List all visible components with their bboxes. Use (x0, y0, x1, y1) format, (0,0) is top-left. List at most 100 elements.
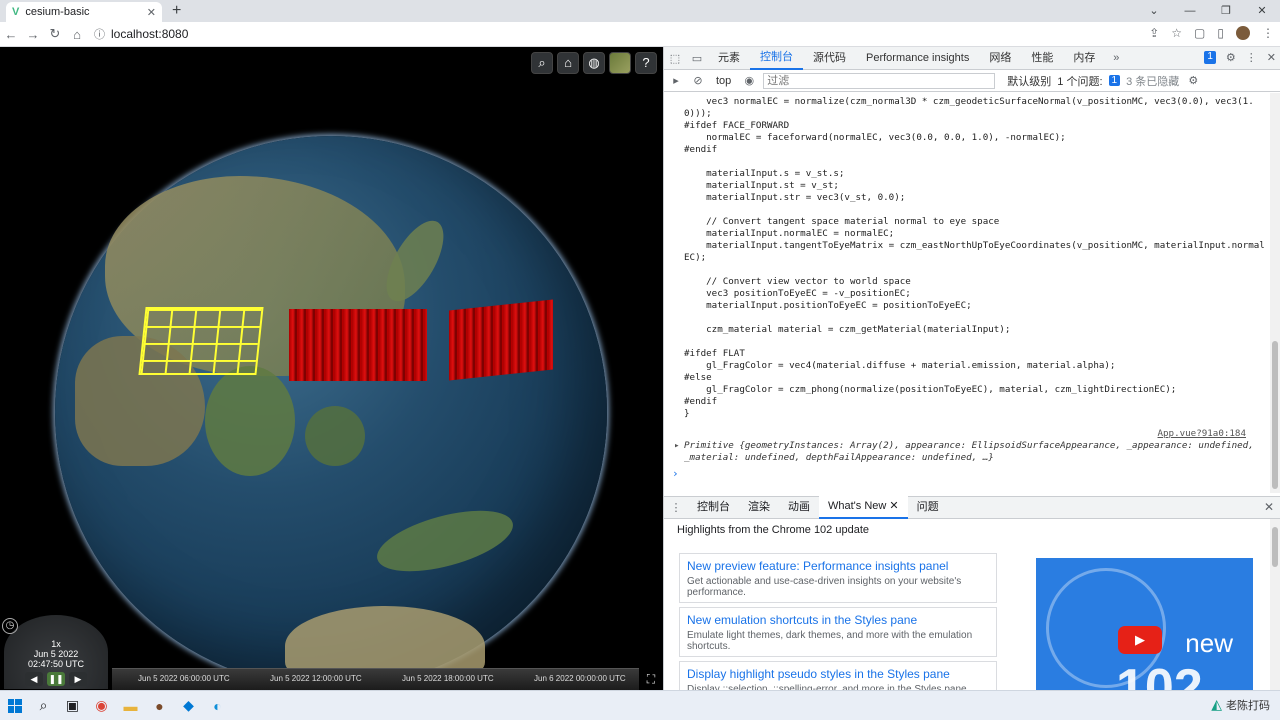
scrollbar-thumb[interactable] (1272, 341, 1278, 489)
log-level-select[interactable]: 默认级别 (1007, 73, 1051, 89)
chrome-update-video-thumbnail[interactable]: ▶ new 102 (1036, 558, 1253, 690)
earth-globe[interactable] (55, 136, 607, 688)
vscode-icon[interactable]: ◆ (174, 694, 203, 718)
feature-card[interactable]: New preview feature: Performance insight… (679, 553, 997, 603)
bookmark-star-icon[interactable]: ☆ (1171, 26, 1182, 40)
address-bar: ← → ↻ ⌂ ⓘ localhost:8080 ⇪ ☆ ▢ ▯ ⋮ (0, 22, 1280, 47)
app-icon[interactable]: ● (145, 694, 174, 718)
home-browser-icon[interactable]: ⌂ (66, 27, 88, 42)
reload-icon[interactable]: ↻ (44, 26, 66, 42)
expand-arrow-icon[interactable]: ▸ (674, 440, 680, 452)
drawer-close-icon[interactable]: ✕ (1264, 500, 1274, 514)
drawer-tab-whats-new[interactable]: What's New ✕ (819, 496, 908, 519)
console-prompt[interactable]: › (672, 468, 679, 480)
edge-icon[interactable]: ◐ (203, 694, 232, 718)
object-log[interactable]: ▸ Primitive {geometryInstances: Array(2)… (674, 440, 1254, 464)
drawer-tab-animations[interactable]: 动画 (779, 497, 819, 518)
whats-new-close-icon[interactable]: ✕ (889, 500, 898, 512)
fullscreen-icon[interactable]: ⛶ (641, 669, 661, 689)
animation-widget[interactable]: 1x Jun 5 2022 02:47:50 UTC ◀ ❚❚ ▶ (4, 615, 108, 689)
clear-console-icon[interactable]: ⊘ (690, 74, 706, 87)
tab-sources[interactable]: 源代码 (803, 47, 856, 70)
share-icon[interactable]: ⇪ (1149, 26, 1159, 40)
url-field[interactable]: ⓘ localhost:8080 (94, 26, 188, 42)
drawer-menu-icon[interactable]: ⋮ (664, 501, 688, 514)
cesium-viewer[interactable]: ⌕ ⌂ ◍ ? 1x Jun 5 2022 02:47:50 UTC ◀ ❚❚ … (0, 47, 663, 690)
feature-card-title[interactable]: Display highlight pseudo styles in the S… (687, 667, 989, 681)
feature-card[interactable]: New emulation shortcuts in the Styles pa… (679, 607, 997, 657)
console-output: vec3 normalEC = normalize(czm_normal3D *… (664, 93, 1270, 493)
tab-search-icon[interactable]: ⌄ (1136, 0, 1172, 22)
clock-icon[interactable]: ◷ (2, 618, 18, 634)
issues-badge[interactable]: 1 (1204, 51, 1216, 64)
red-wall-primitive (449, 299, 553, 381)
search-icon[interactable]: ⌕ (531, 52, 553, 74)
chrome-icon[interactable]: ◉ (87, 694, 116, 718)
inspect-icon[interactable]: ⬚ (664, 52, 686, 65)
tab-elements[interactable]: 元素 (708, 47, 750, 70)
minimize-icon[interactable]: — (1172, 0, 1208, 22)
tab-console[interactable]: 控制台 (750, 47, 803, 70)
console-scrollbar[interactable] (1270, 93, 1280, 493)
browser-tab[interactable]: V cesium-basic ✕ (6, 2, 162, 22)
tab-performance[interactable]: 性能 (1021, 47, 1063, 70)
tab-performance-insights[interactable]: Performance insights (856, 47, 979, 70)
back-icon[interactable]: ← (0, 27, 22, 42)
land-new-guinea (370, 498, 520, 584)
red-wall-primitive (289, 309, 427, 381)
window-close-icon[interactable]: ✕ (1244, 0, 1280, 22)
feature-card-title[interactable]: New emulation shortcuts in the Styles pa… (687, 613, 989, 627)
file-explorer-icon[interactable]: ▬ (116, 694, 145, 718)
devtools-panel: ⬚ ▭ 元素 控制台 源代码 Performance insights 网络 性… (663, 47, 1280, 711)
whats-new-label: What's New (828, 500, 887, 512)
tab-close-icon[interactable]: ✕ (147, 6, 156, 19)
devtools-menu-icon[interactable]: ⋮ (1246, 51, 1257, 64)
timeline[interactable]: Jun 5 2022 06:00:00 UTC Jun 5 2022 12:00… (112, 668, 639, 690)
device-toolbar-icon[interactable]: ▭ (686, 52, 708, 65)
sidebar-toggle-icon[interactable]: ▸ (668, 74, 684, 87)
menu-icon[interactable]: ⋮ (1262, 26, 1274, 40)
timeline-tick: Jun 5 2022 18:00:00 UTC (402, 674, 494, 683)
help-icon[interactable]: ? (635, 52, 657, 74)
context-select[interactable]: top (712, 74, 735, 88)
pause-icon[interactable]: ❚❚ (47, 672, 65, 686)
land-indochina (205, 366, 295, 476)
tab-network[interactable]: 网络 (979, 47, 1021, 70)
devtools-tabs: ⬚ ▭ 元素 控制台 源代码 Performance insights 网络 性… (664, 47, 1280, 70)
sidepanel-icon[interactable]: ▯ (1217, 26, 1224, 40)
restore-icon[interactable]: ❐ (1208, 0, 1244, 22)
scrollbar-thumb[interactable] (1272, 527, 1278, 567)
new-tab-button[interactable]: + (172, 2, 181, 20)
drawer-tab-rendering[interactable]: 渲染 (739, 497, 779, 518)
layers-icon[interactable] (609, 52, 631, 74)
extensions-icon[interactable]: ▢ (1194, 26, 1205, 40)
feature-card-title[interactable]: New preview feature: Performance insight… (687, 559, 989, 573)
source-link[interactable]: App.vue?91a0:184 (1157, 428, 1246, 440)
forward-icon[interactable]: → (22, 27, 44, 42)
start-button[interactable] (0, 694, 29, 718)
drawer-tab-console[interactable]: 控制台 (688, 497, 739, 518)
issues-counter-badge[interactable]: 1 (1108, 75, 1121, 86)
console-settings-icon[interactable]: ⚙ (1185, 74, 1201, 87)
task-view-icon[interactable]: ▣ (58, 694, 87, 718)
profile-avatar[interactable] (1236, 26, 1250, 40)
globe-icon[interactable]: ◍ (583, 52, 605, 74)
play-reverse-icon[interactable]: ◀ (25, 672, 43, 686)
live-expression-eye-icon[interactable]: ◉ (741, 74, 757, 87)
devtools-close-icon[interactable]: ✕ (1267, 51, 1276, 64)
home-icon[interactable]: ⌂ (557, 52, 579, 74)
issues-counter[interactable]: 1 个问题: (1057, 73, 1102, 89)
brand-watermark: ◭ 老陈打码 (1211, 696, 1270, 713)
search-taskbar-icon[interactable]: ⌕ (29, 694, 58, 718)
drawer-tab-issues[interactable]: 问题 (908, 497, 948, 518)
tab-memory[interactable]: 内存 (1063, 47, 1105, 70)
info-icon[interactable]: ⓘ (94, 26, 105, 42)
drawer-scrollbar[interactable] (1270, 519, 1280, 690)
settings-gear-icon[interactable]: ⚙ (1226, 51, 1236, 64)
youtube-play-icon[interactable]: ▶ (1118, 626, 1162, 654)
more-tabs-icon[interactable]: » (1105, 52, 1127, 64)
play-icon[interactable]: ▶ (69, 672, 87, 686)
timeline-tick: Jun 5 2022 12:00:00 UTC (270, 674, 362, 683)
console-filter-input[interactable] (763, 72, 996, 89)
tab-title: cesium-basic (25, 6, 90, 18)
